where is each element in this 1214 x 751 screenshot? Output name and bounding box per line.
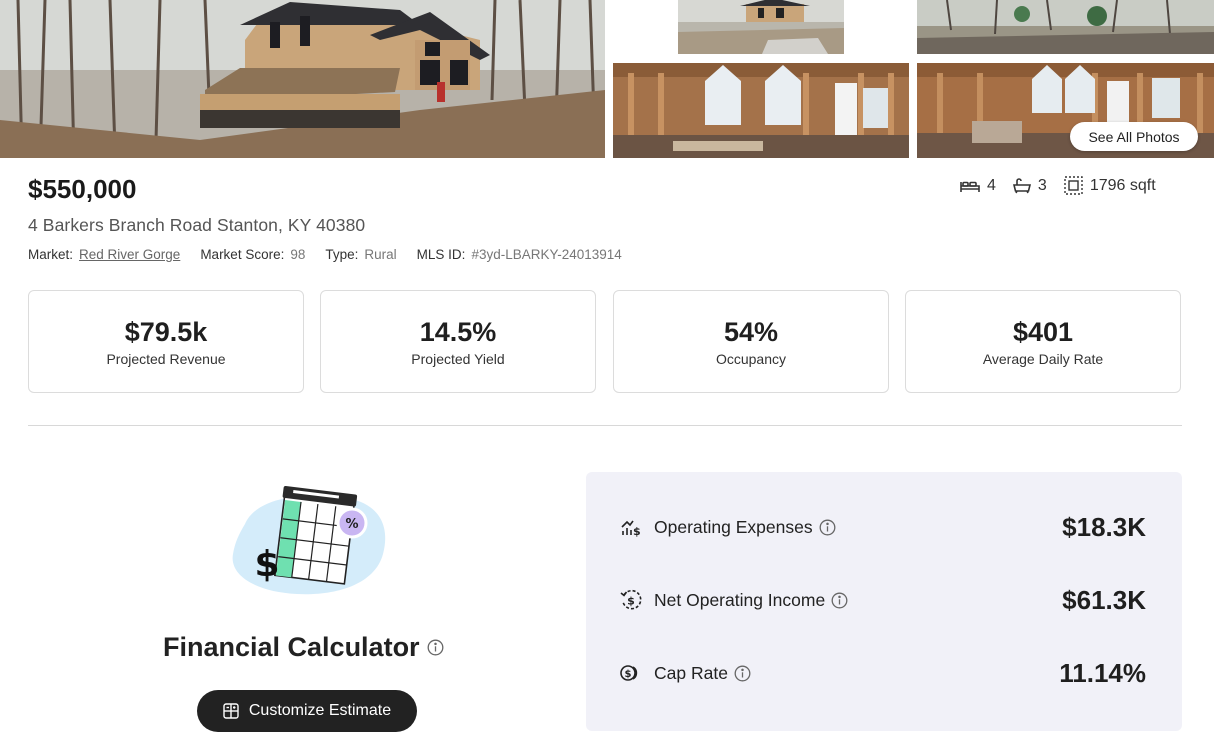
net-operating-income-value: $61.3K [1062,584,1146,615]
metric-value: $79.5k [124,316,208,347]
main-house-photo[interactable] [0,0,605,158]
expenses-chart-icon: $ [620,516,642,538]
operating-expenses-value: $18.3K [1062,511,1146,542]
house-front-thumbnail[interactable] [678,0,844,54]
listing-meta: Market: Red River Gorge Market Score: 98… [28,247,642,262]
operating-expenses-row: $ Operating Expenses $18.3K [620,509,1146,545]
mls-value: #3yd-LBARKY-24013914 [471,247,622,262]
mls-label: MLS ID: [416,247,466,262]
sqft-value: 1796 sqft [1089,176,1156,194]
info-icon[interactable] [831,592,848,609]
beds-spec: 4 [960,177,996,195]
metric-value: $401 [1012,316,1074,347]
type-value: Rural [364,247,397,262]
metric-card-occupancy: 54% Occupancy [613,290,889,393]
metric-card-revenue: $79.5k Projected Revenue [28,290,304,393]
svg-text:$: $ [254,544,279,585]
bed-icon [960,181,980,192]
section-divider [28,425,1182,426]
metric-label: Average Daily Rate [982,350,1104,367]
market-score-value: 98 [290,247,306,262]
calculator-title-text: Financial Calculator [163,632,420,662]
floor-area-icon [1064,176,1083,195]
metric-label: Projected Yield [411,350,505,367]
calculator-icon [223,703,239,719]
photo-gallery: See All Photos [0,0,1214,158]
market-score-label: Market Score: [200,247,285,262]
baths-spec: 3 [1012,176,1047,195]
info-icon[interactable] [734,665,751,682]
svg-text:%: % [345,517,358,532]
cap-rate-value: 11.14% [1059,657,1146,688]
operating-expenses-label: Operating Expenses [654,516,813,537]
listing-address: 4 Barkers Branch Road Stanton, KY 40380 [28,215,366,235]
info-icon[interactable] [819,519,836,536]
cap-rate-label: Cap Rate [654,662,728,683]
cap-rate-row: $ Cap Rate 11.14% [620,655,1146,691]
metric-value: 54% [723,316,779,347]
metric-label: Occupancy [715,350,787,367]
yard-thumbnail[interactable] [917,0,1214,54]
net-operating-income-label: Net Operating Income [654,589,826,610]
info-icon[interactable] [427,639,444,656]
metric-card-adr: $401 Average Daily Rate [905,290,1181,393]
interior-framing-thumbnail[interactable] [613,63,909,158]
income-cycle-icon: $ [620,589,642,611]
listing-specs: 4 3 1796 sqft [960,176,1156,195]
svg-text:$: $ [625,669,632,680]
metric-value: 14.5% [419,316,497,347]
svg-text:$: $ [633,525,641,537]
baths-count: 3 [1037,176,1047,194]
see-all-photos-button[interactable]: See All Photos [1070,122,1198,151]
type-label: Type: [325,247,359,262]
market-link[interactable]: Red River Gorge [79,247,180,262]
customize-estimate-button[interactable]: Customize Estimate [197,690,417,732]
calculator-title: Financial Calculator [163,632,444,663]
listing-price: $550,000 [28,174,137,204]
customize-estimate-label: Customize Estimate [248,702,392,719]
beds-count: 4 [987,176,996,194]
sqft-spec: 1796 sqft [1064,176,1156,195]
coins-icon: $ [620,662,642,684]
market-label: Market: [28,247,74,262]
metric-label: Projected Revenue [106,350,226,367]
net-operating-income-row: $ Net Operating Income $61.3K [620,582,1146,618]
calculator-illustration: % $ [227,484,391,600]
bathtub-icon [1012,178,1031,194]
financial-summary-panel: $ Operating Expenses $18.3K $ Net Operat… [586,472,1182,731]
svg-text:$: $ [627,595,635,608]
metric-card-yield: 14.5% Projected Yield [320,290,596,393]
